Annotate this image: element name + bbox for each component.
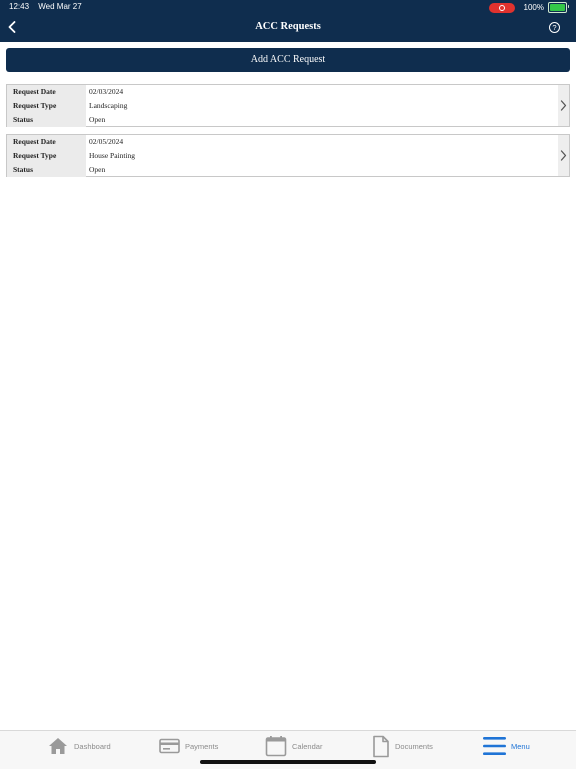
request-type-value: Landscaping <box>89 101 128 110</box>
request-type-row: Request Type House Painting <box>7 149 559 163</box>
calendar-icon <box>265 736 287 757</box>
status-bar-right: 100% <box>488 2 569 13</box>
request-date-value: 02/03/2024 <box>89 87 124 96</box>
tab-label: Calendar <box>292 741 323 751</box>
request-type-value: House Painting <box>89 151 136 160</box>
request-card[interactable]: Request Date 02/03/2024 Request Type Lan… <box>6 84 570 127</box>
request-card[interactable]: Request Date 02/05/2024 Request Type Hou… <box>6 134 570 177</box>
status-bar-left: 12:43 Wed Mar 27 <box>9 2 89 11</box>
credit-card-icon <box>159 738 180 754</box>
tab-label: Payments <box>185 741 219 751</box>
status-label: Status <box>7 163 86 177</box>
home-indicator <box>200 760 376 764</box>
tab-label: Dashboard <box>74 741 111 751</box>
status-value: Open <box>89 165 106 174</box>
tab-calendar[interactable]: Calendar <box>265 731 322 761</box>
request-date-row: Request Date 02/03/2024 <box>7 85 559 99</box>
status-row: Status Open <box>7 113 559 127</box>
request-type-label: Request Type <box>7 149 86 163</box>
tab-payments[interactable]: Payments <box>159 731 218 761</box>
home-icon <box>49 738 67 754</box>
battery-percent: 100% <box>523 3 544 12</box>
request-date-row: Request Date 02/05/2024 <box>7 135 559 149</box>
navigation-bar: 12:43 Wed Mar 27 100% ACC Requests ? <box>0 0 576 42</box>
chevron-right-icon[interactable] <box>558 85 569 126</box>
tab-menu[interactable]: Menu <box>483 731 530 761</box>
request-type-label: Request Type <box>7 99 86 113</box>
screen-recording-icon <box>488 2 515 13</box>
tab-label: Documents <box>395 741 433 751</box>
help-icon[interactable]: ? <box>549 22 560 33</box>
battery-icon <box>548 2 569 13</box>
tab-dashboard[interactable]: Dashboard <box>47 731 111 761</box>
status-date: Wed Mar 27 <box>38 2 82 11</box>
page-title: ACC Requests <box>255 21 321 32</box>
tab-documents[interactable]: Documents <box>372 731 433 761</box>
add-acc-request-button[interactable]: Add ACC Request <box>6 48 570 72</box>
request-date-label: Request Date <box>7 135 86 149</box>
status-label: Status <box>7 113 86 127</box>
tab-label: Menu <box>511 741 530 751</box>
status-row: Status Open <box>7 163 559 177</box>
menu-icon <box>483 737 506 755</box>
status-value: Open <box>89 115 106 124</box>
chevron-right-icon[interactable] <box>558 135 569 176</box>
request-type-row: Request Type Landscaping <box>7 99 559 113</box>
request-date-label: Request Date <box>7 85 86 99</box>
document-icon <box>373 735 389 757</box>
request-date-value: 02/05/2024 <box>89 137 124 146</box>
status-time: 12:43 <box>9 2 30 11</box>
